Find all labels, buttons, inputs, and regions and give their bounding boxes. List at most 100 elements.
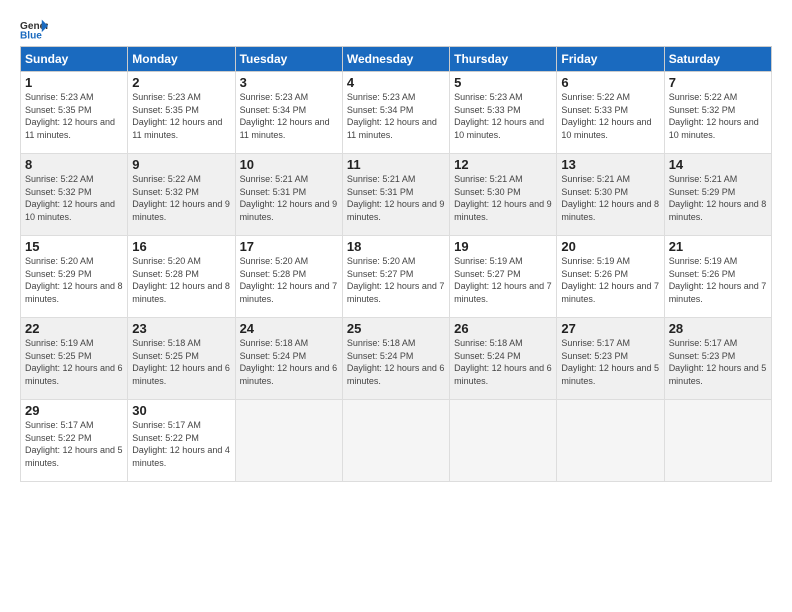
day-info: Sunrise: 5:19 AMSunset: 5:26 PMDaylight:… [669, 255, 767, 305]
week-row-3: 15Sunrise: 5:20 AMSunset: 5:29 PMDayligh… [21, 236, 772, 318]
day-number: 16 [132, 239, 230, 254]
day-info: Sunrise: 5:18 AMSunset: 5:24 PMDaylight:… [347, 337, 445, 387]
day-cell: 29Sunrise: 5:17 AMSunset: 5:22 PMDayligh… [21, 400, 128, 482]
day-number: 24 [240, 321, 338, 336]
day-number: 18 [347, 239, 445, 254]
day-number: 29 [25, 403, 123, 418]
day-info: Sunrise: 5:17 AMSunset: 5:22 PMDaylight:… [25, 419, 123, 469]
day-info: Sunrise: 5:22 AMSunset: 5:33 PMDaylight:… [561, 91, 659, 141]
week-row-1: 1Sunrise: 5:23 AMSunset: 5:35 PMDaylight… [21, 72, 772, 154]
day-cell: 4Sunrise: 5:23 AMSunset: 5:34 PMDaylight… [342, 72, 449, 154]
day-cell: 16Sunrise: 5:20 AMSunset: 5:28 PMDayligh… [128, 236, 235, 318]
day-cell: 6Sunrise: 5:22 AMSunset: 5:33 PMDaylight… [557, 72, 664, 154]
day-cell: 12Sunrise: 5:21 AMSunset: 5:30 PMDayligh… [450, 154, 557, 236]
day-info: Sunrise: 5:23 AMSunset: 5:34 PMDaylight:… [240, 91, 338, 141]
day-cell: 14Sunrise: 5:21 AMSunset: 5:29 PMDayligh… [664, 154, 771, 236]
week-row-2: 8Sunrise: 5:22 AMSunset: 5:32 PMDaylight… [21, 154, 772, 236]
day-cell [664, 400, 771, 482]
day-info: Sunrise: 5:21 AMSunset: 5:29 PMDaylight:… [669, 173, 767, 223]
day-cell: 5Sunrise: 5:23 AMSunset: 5:33 PMDaylight… [450, 72, 557, 154]
col-header-monday: Monday [128, 47, 235, 72]
day-cell: 20Sunrise: 5:19 AMSunset: 5:26 PMDayligh… [557, 236, 664, 318]
day-info: Sunrise: 5:23 AMSunset: 5:33 PMDaylight:… [454, 91, 552, 141]
day-info: Sunrise: 5:20 AMSunset: 5:27 PMDaylight:… [347, 255, 445, 305]
day-cell: 3Sunrise: 5:23 AMSunset: 5:34 PMDaylight… [235, 72, 342, 154]
day-number: 22 [25, 321, 123, 336]
day-info: Sunrise: 5:19 AMSunset: 5:26 PMDaylight:… [561, 255, 659, 305]
week-row-5: 29Sunrise: 5:17 AMSunset: 5:22 PMDayligh… [21, 400, 772, 482]
day-info: Sunrise: 5:21 AMSunset: 5:31 PMDaylight:… [347, 173, 445, 223]
day-number: 12 [454, 157, 552, 172]
svg-text:Blue: Blue [20, 30, 42, 40]
day-number: 14 [669, 157, 767, 172]
day-number: 26 [454, 321, 552, 336]
day-number: 28 [669, 321, 767, 336]
day-number: 10 [240, 157, 338, 172]
day-info: Sunrise: 5:17 AMSunset: 5:22 PMDaylight:… [132, 419, 230, 469]
day-info: Sunrise: 5:17 AMSunset: 5:23 PMDaylight:… [669, 337, 767, 387]
header-row: SundayMondayTuesdayWednesdayThursdayFrid… [21, 47, 772, 72]
week-row-4: 22Sunrise: 5:19 AMSunset: 5:25 PMDayligh… [21, 318, 772, 400]
day-cell: 8Sunrise: 5:22 AMSunset: 5:32 PMDaylight… [21, 154, 128, 236]
day-number: 4 [347, 75, 445, 90]
day-cell: 10Sunrise: 5:21 AMSunset: 5:31 PMDayligh… [235, 154, 342, 236]
header: General Blue [20, 18, 772, 40]
day-number: 3 [240, 75, 338, 90]
day-info: Sunrise: 5:20 AMSunset: 5:29 PMDaylight:… [25, 255, 123, 305]
day-info: Sunrise: 5:18 AMSunset: 5:25 PMDaylight:… [132, 337, 230, 387]
day-cell: 18Sunrise: 5:20 AMSunset: 5:27 PMDayligh… [342, 236, 449, 318]
day-cell: 17Sunrise: 5:20 AMSunset: 5:28 PMDayligh… [235, 236, 342, 318]
day-cell: 21Sunrise: 5:19 AMSunset: 5:26 PMDayligh… [664, 236, 771, 318]
logo: General Blue [20, 18, 48, 40]
day-number: 5 [454, 75, 552, 90]
day-number: 8 [25, 157, 123, 172]
day-number: 23 [132, 321, 230, 336]
day-cell: 27Sunrise: 5:17 AMSunset: 5:23 PMDayligh… [557, 318, 664, 400]
day-number: 21 [669, 239, 767, 254]
day-cell: 9Sunrise: 5:22 AMSunset: 5:32 PMDaylight… [128, 154, 235, 236]
calendar: SundayMondayTuesdayWednesdayThursdayFrid… [20, 46, 772, 482]
day-number: 15 [25, 239, 123, 254]
day-cell: 2Sunrise: 5:23 AMSunset: 5:35 PMDaylight… [128, 72, 235, 154]
day-number: 2 [132, 75, 230, 90]
day-info: Sunrise: 5:18 AMSunset: 5:24 PMDaylight:… [454, 337, 552, 387]
day-cell: 24Sunrise: 5:18 AMSunset: 5:24 PMDayligh… [235, 318, 342, 400]
col-header-friday: Friday [557, 47, 664, 72]
day-info: Sunrise: 5:23 AMSunset: 5:34 PMDaylight:… [347, 91, 445, 141]
day-cell: 7Sunrise: 5:22 AMSunset: 5:32 PMDaylight… [664, 72, 771, 154]
day-info: Sunrise: 5:19 AMSunset: 5:27 PMDaylight:… [454, 255, 552, 305]
day-info: Sunrise: 5:19 AMSunset: 5:25 PMDaylight:… [25, 337, 123, 387]
day-cell: 11Sunrise: 5:21 AMSunset: 5:31 PMDayligh… [342, 154, 449, 236]
day-cell: 30Sunrise: 5:17 AMSunset: 5:22 PMDayligh… [128, 400, 235, 482]
col-header-saturday: Saturday [664, 47, 771, 72]
day-cell: 13Sunrise: 5:21 AMSunset: 5:30 PMDayligh… [557, 154, 664, 236]
page: General Blue SundayMondayTuesdayWednesda… [0, 0, 792, 492]
col-header-tuesday: Tuesday [235, 47, 342, 72]
day-info: Sunrise: 5:21 AMSunset: 5:30 PMDaylight:… [454, 173, 552, 223]
day-cell: 26Sunrise: 5:18 AMSunset: 5:24 PMDayligh… [450, 318, 557, 400]
day-number: 11 [347, 157, 445, 172]
day-number: 30 [132, 403, 230, 418]
day-info: Sunrise: 5:18 AMSunset: 5:24 PMDaylight:… [240, 337, 338, 387]
day-cell: 22Sunrise: 5:19 AMSunset: 5:25 PMDayligh… [21, 318, 128, 400]
day-info: Sunrise: 5:22 AMSunset: 5:32 PMDaylight:… [25, 173, 123, 223]
day-number: 25 [347, 321, 445, 336]
col-header-sunday: Sunday [21, 47, 128, 72]
day-info: Sunrise: 5:23 AMSunset: 5:35 PMDaylight:… [132, 91, 230, 141]
day-info: Sunrise: 5:21 AMSunset: 5:30 PMDaylight:… [561, 173, 659, 223]
day-number: 13 [561, 157, 659, 172]
day-number: 20 [561, 239, 659, 254]
day-info: Sunrise: 5:21 AMSunset: 5:31 PMDaylight:… [240, 173, 338, 223]
day-info: Sunrise: 5:22 AMSunset: 5:32 PMDaylight:… [132, 173, 230, 223]
logo-icon: General Blue [20, 18, 48, 40]
day-info: Sunrise: 5:22 AMSunset: 5:32 PMDaylight:… [669, 91, 767, 141]
day-cell [450, 400, 557, 482]
day-info: Sunrise: 5:23 AMSunset: 5:35 PMDaylight:… [25, 91, 123, 141]
day-number: 9 [132, 157, 230, 172]
day-cell: 23Sunrise: 5:18 AMSunset: 5:25 PMDayligh… [128, 318, 235, 400]
day-number: 19 [454, 239, 552, 254]
day-info: Sunrise: 5:20 AMSunset: 5:28 PMDaylight:… [240, 255, 338, 305]
col-header-wednesday: Wednesday [342, 47, 449, 72]
day-cell: 15Sunrise: 5:20 AMSunset: 5:29 PMDayligh… [21, 236, 128, 318]
day-number: 7 [669, 75, 767, 90]
